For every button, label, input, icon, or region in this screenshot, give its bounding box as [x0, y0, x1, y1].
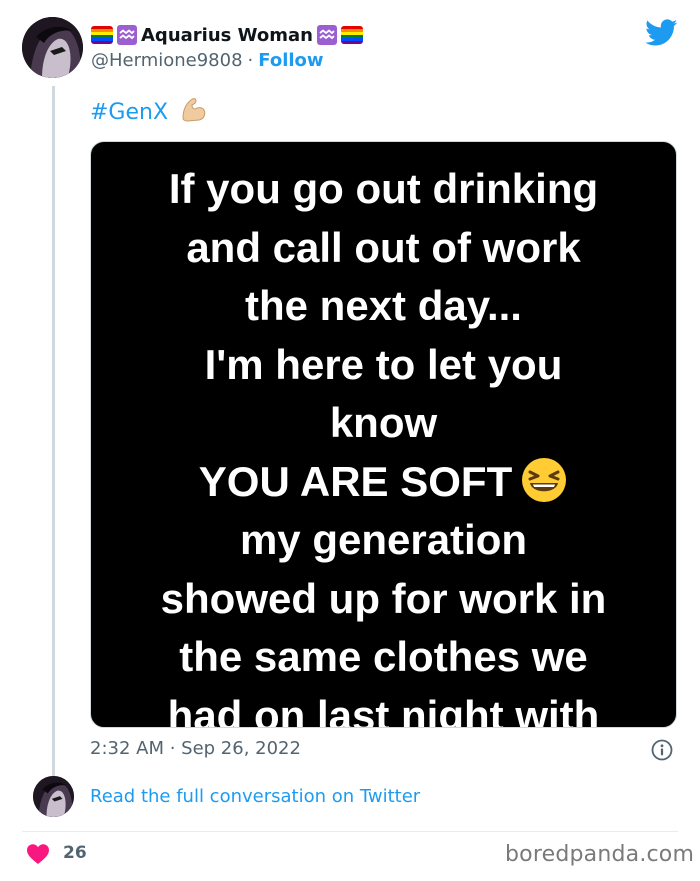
image-text-line: the same clothes we [179, 633, 588, 680]
aquarius-icon [316, 25, 337, 45]
aquarius-icon [117, 25, 137, 45]
author-handle-row: @Hermione9808 · Follow [91, 50, 324, 71]
follow-button[interactable]: Follow [258, 50, 323, 71]
laughing-face-icon [520, 456, 568, 504]
tweet-timestamp[interactable]: 2:32 AM · Sep 26, 2022 [90, 738, 301, 759]
twitter-bird-icon[interactable] [645, 19, 678, 49]
author-display-name[interactable]: Aquarius Woman [141, 25, 313, 46]
handle-separator: · [247, 50, 254, 71]
image-text-line: showed up for work in [160, 574, 607, 622]
author-avatar[interactable] [22, 17, 83, 78]
image-text-line: had on last night with [167, 691, 600, 728]
image-text-line: know [329, 399, 438, 446]
like-count: 26 [63, 843, 87, 863]
image-text-line-with-emoji: YOU ARE SOFT [91, 453, 676, 512]
read-conversation-link[interactable]: Read the full conversation on Twitter [90, 786, 420, 807]
author-handle[interactable]: @Hermione9808 [91, 50, 243, 71]
divider [22, 831, 678, 832]
rainbow-flag-icon [340, 26, 363, 44]
rainbow-flag-icon [91, 26, 113, 44]
tweet-text: #GenX [90, 94, 208, 130]
tweet-card: Aquarius Woman @Hermione9808 · Follow #G… [0, 0, 700, 881]
image-text-line: my generation [239, 516, 528, 563]
image-text-line: and call out of work [186, 223, 581, 271]
info-icon[interactable] [651, 739, 673, 761]
image-text-line: I'm here to let you [204, 340, 563, 388]
image-text-line: the next day... [245, 282, 522, 329]
thread-line [52, 86, 55, 776]
author-name-row[interactable]: Aquarius Woman [91, 22, 363, 48]
image-text-line: If you go out drinking [168, 165, 599, 212]
hashtag-link[interactable]: #GenX [90, 100, 168, 125]
image-text: If you go out drinking and call out of w… [91, 160, 676, 728]
watermark: boredpanda.com [505, 842, 695, 867]
reply-avatar[interactable] [33, 776, 74, 817]
image-text-line: YOU ARE SOFT [198, 457, 513, 505]
heart-icon[interactable] [26, 843, 50, 865]
tweet-image[interactable]: If you go out drinking and call out of w… [90, 141, 677, 728]
flexed-biceps-icon [178, 94, 208, 130]
